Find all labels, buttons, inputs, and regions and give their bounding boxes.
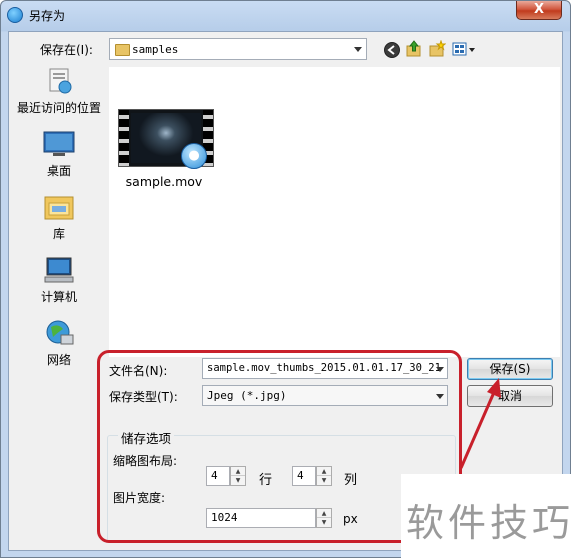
folder-icon xyxy=(115,44,130,56)
places-bar: 最近访问的位置 桌面 库 计算机 网络 xyxy=(16,67,102,367)
annotation-arrow xyxy=(459,378,501,469)
close-button[interactable]: X xyxy=(516,1,562,20)
place-label: 库 xyxy=(52,227,65,241)
place-recent[interactable]: 最近访问的位置 xyxy=(16,67,102,116)
file-name-label[interactable]: sample.mov xyxy=(116,174,212,189)
chevron-down-icon xyxy=(354,47,362,52)
title-bar: 另存为 X xyxy=(0,0,571,30)
place-computer[interactable]: 计算机 xyxy=(16,256,102,305)
save-in-value: samples xyxy=(132,43,179,56)
libraries-icon xyxy=(43,193,75,221)
new-folder-icon[interactable] xyxy=(428,39,447,58)
back-arrow-graphic xyxy=(384,42,400,58)
watermark-text: 软件技巧 xyxy=(406,501,571,545)
network-icon xyxy=(43,319,75,347)
file-list[interactable] xyxy=(109,67,560,357)
place-network[interactable]: 网络 xyxy=(16,319,102,368)
new-folder-graphic xyxy=(429,39,447,57)
computer-icon xyxy=(43,256,75,284)
window-title: 另存为 xyxy=(29,9,66,23)
up-folder-graphic xyxy=(406,40,421,57)
app-icon xyxy=(7,7,23,23)
place-libraries[interactable]: 库 xyxy=(16,193,102,242)
place-label: 计算机 xyxy=(40,290,77,304)
place-desktop[interactable]: 桌面 xyxy=(16,130,102,179)
views-graphic xyxy=(452,42,475,56)
media-player-icon: ● xyxy=(181,143,207,169)
film-strip-left xyxy=(119,110,129,166)
views-menu-icon[interactable] xyxy=(452,40,476,58)
desktop-icon xyxy=(43,130,75,158)
back-icon[interactable] xyxy=(383,41,401,59)
save-in-label: 保存在(I): xyxy=(40,43,93,57)
place-label: 网络 xyxy=(46,353,71,367)
recent-places-icon xyxy=(43,67,75,95)
place-label: 桌面 xyxy=(46,164,71,178)
place-label: 最近访问的位置 xyxy=(16,101,101,115)
save-in-combo[interactable]: samples xyxy=(109,38,367,60)
up-folder-icon[interactable] xyxy=(405,40,423,58)
watermark-box: 软件技巧 xyxy=(401,474,571,558)
